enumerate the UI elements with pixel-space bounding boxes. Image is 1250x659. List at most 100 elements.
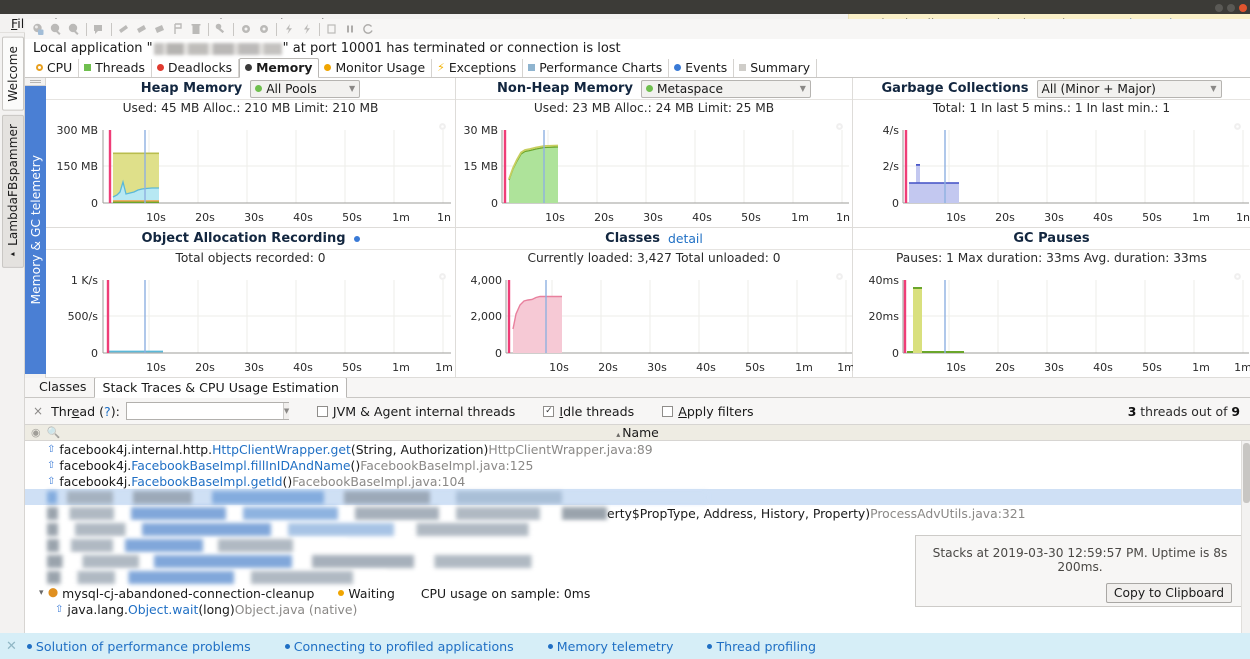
cpu-bolt-icon[interactable] bbox=[280, 21, 298, 38]
search-icon[interactable]: 🔍 bbox=[47, 426, 61, 439]
gear2-icon[interactable] bbox=[255, 21, 273, 38]
cpu-bolt2-icon[interactable] bbox=[298, 21, 316, 38]
frame-package: java.lang. bbox=[67, 602, 128, 617]
frame-method-link[interactable]: FacebookBaseImpl.fillInIDAndName bbox=[131, 458, 350, 473]
chart-non-heap-memory-plot[interactable]: 30 MB15 MB0 10s20s30s 40s50s1m 1n bbox=[456, 116, 852, 227]
tab-summary[interactable]: Summary bbox=[734, 59, 817, 77]
close-statusbar-icon[interactable]: ✕ bbox=[6, 639, 17, 654]
gc-type-selector[interactable]: All (Minor + Major) ▼ bbox=[1037, 80, 1222, 98]
frame-method-link[interactable]: HttpClientWrapper.get bbox=[212, 442, 351, 457]
statusbar-link-thread-profiling[interactable]: Thread profiling bbox=[707, 639, 816, 654]
frame-location: Object.java (native) bbox=[235, 602, 358, 617]
maximize-icon[interactable] bbox=[1227, 4, 1235, 12]
statusbar-link-solution-of-performance-problems[interactable]: Solution of performance problems bbox=[27, 639, 251, 654]
chart-garbage-collections-gear-icon[interactable] bbox=[1233, 122, 1242, 131]
chevron-down-icon[interactable]: ▼ bbox=[283, 403, 289, 419]
session-tab-memory-gc-telemetry[interactable]: Memory & GC telemetry bbox=[25, 86, 46, 374]
up-arrow-icon: ⇧ bbox=[47, 476, 55, 487]
classes-detail-link[interactable]: detail bbox=[668, 231, 703, 246]
chart-heap-memory-gear-icon[interactable] bbox=[438, 122, 447, 131]
svg-text:40s: 40s bbox=[293, 361, 313, 374]
tab-deadlocks-label: Deadlocks bbox=[168, 60, 232, 75]
drag-handle[interactable] bbox=[25, 78, 45, 86]
tab-cpu[interactable]: CPU bbox=[31, 59, 79, 77]
table-row[interactable] bbox=[25, 489, 1250, 505]
info-dot-icon[interactable] bbox=[354, 236, 360, 242]
tab-events[interactable]: Events bbox=[669, 59, 734, 77]
tab-memory[interactable]: Memory bbox=[239, 58, 319, 78]
table-row[interactable]: ⇧ facebook4j.FacebookBaseImpl.fillInIDAn… bbox=[25, 457, 1250, 473]
heap-pool-selector[interactable]: All Pools ▼ bbox=[250, 80, 360, 98]
svg-text:10s: 10s bbox=[146, 361, 166, 374]
tab-threads[interactable]: Threads bbox=[79, 59, 152, 77]
summary-page-icon bbox=[739, 64, 746, 71]
vertical-tab-welcome[interactable]: Welcome bbox=[2, 37, 24, 111]
chart-object-allocation-gear-icon[interactable] bbox=[438, 272, 447, 281]
gc-arrow2-icon[interactable] bbox=[133, 21, 151, 38]
tab-monitor-usage[interactable]: Monitor Usage bbox=[319, 59, 432, 77]
statusbar-link-connecting-to-profiled-applications[interactable]: Connecting to profiled applications bbox=[285, 639, 514, 654]
bottom-tab-classes[interactable]: Classes bbox=[31, 376, 94, 397]
left-tab-strip: Welcome ▸ LambdaFBspammer bbox=[0, 33, 25, 633]
gc-arrow-icon[interactable] bbox=[115, 21, 133, 38]
close-icon[interactable] bbox=[1239, 4, 1247, 12]
chart-gc-pauses-plot[interactable]: 40ms20ms0 10s20s30s 40s50s1m 1m bbox=[853, 266, 1250, 377]
non-heap-pool-selector[interactable]: Metaspace ▼ bbox=[641, 80, 811, 98]
column-header-name[interactable]: Name bbox=[616, 425, 659, 440]
statusbar-link-memory-telemetry[interactable]: Memory telemetry bbox=[548, 639, 674, 654]
copy-to-clipboard-button[interactable]: Copy to Clipboard bbox=[1106, 583, 1232, 603]
frame-method-link[interactable]: Object.wait bbox=[128, 602, 198, 617]
chart-non-heap-memory-gear-icon[interactable] bbox=[835, 122, 844, 131]
svg-text:30 MB: 30 MB bbox=[463, 124, 498, 137]
chart-heap-memory-plot[interactable]: 300 MB150 MB0 10s20s30s 40s50s1m 1n bbox=[46, 116, 455, 227]
chart-gc-pauses-gear-icon[interactable] bbox=[1233, 272, 1242, 281]
expander-caret-icon[interactable]: ▾ bbox=[39, 588, 48, 598]
thread-filter-input[interactable] bbox=[127, 403, 283, 419]
redacted-frame bbox=[47, 507, 607, 520]
window-controls[interactable] bbox=[1215, 4, 1247, 12]
close-filter-icon[interactable]: × bbox=[33, 404, 43, 418]
pause-icon[interactable] bbox=[341, 21, 359, 38]
zoom-out-icon[interactable] bbox=[47, 21, 65, 38]
minimize-icon[interactable] bbox=[1215, 4, 1223, 12]
chart-classes-gear-icon[interactable] bbox=[835, 272, 844, 281]
snapshot-icon[interactable] bbox=[90, 21, 108, 38]
redacted-frame bbox=[47, 539, 347, 552]
wrench-icon[interactable] bbox=[212, 21, 230, 38]
table-row[interactable]: ⇧ facebook4j.internal.http.HttpClientWra… bbox=[25, 441, 1250, 457]
chart-object-allocation-title: Object Allocation Recording bbox=[141, 231, 345, 246]
checkbox-idle-threads[interactable]: ✓ Idle threads bbox=[543, 404, 634, 419]
zoom-in-icon[interactable] bbox=[65, 21, 83, 38]
thread-help-link[interactable]: ? bbox=[104, 404, 111, 419]
reset-icon[interactable] bbox=[359, 21, 377, 38]
table-row[interactable]: ⇧ facebook4j.FacebookBaseImpl.getId() Fa… bbox=[25, 473, 1250, 489]
thread-filter-combo[interactable]: ▼ bbox=[126, 402, 289, 420]
copy-icon[interactable] bbox=[323, 21, 341, 38]
vertical-tab-project[interactable]: ▸ LambdaFBspammer bbox=[2, 115, 24, 268]
chart-object-allocation-plot[interactable]: 1 K/s500/s0 10s20s30s 40s50s1m 1m bbox=[46, 266, 455, 377]
table-row[interactable]: erty$PropType, Address, History, Propert… bbox=[25, 505, 1250, 521]
tree-vertical-scrollbar[interactable] bbox=[1241, 441, 1250, 633]
checkbox-jvm-internal-threads[interactable]: JVM & Agent internal threads bbox=[317, 404, 515, 419]
frame-method-link[interactable]: FacebookBaseImpl.getId bbox=[131, 474, 282, 489]
tab-exceptions[interactable]: ⚡ Exceptions bbox=[432, 59, 523, 77]
checkbox-apply-filters[interactable]: Apply filters bbox=[662, 404, 753, 419]
svg-text:20s: 20s bbox=[195, 211, 215, 224]
chart-garbage-collections-plot[interactable]: 4/s2/s0 10s20s30s 40s50s1m 1n bbox=[853, 116, 1250, 227]
tab-performance-charts[interactable]: Performance Charts bbox=[523, 59, 669, 77]
chart-classes-plot[interactable]: 4,0002,0000 10s20s30s 40s50s1m 1m bbox=[456, 266, 852, 377]
settings-dot-icon[interactable]: ◉ bbox=[31, 426, 41, 439]
scrollbar-thumb[interactable] bbox=[1243, 443, 1250, 503]
stack-trace-tree[interactable]: ⇧ facebook4j.internal.http.HttpClientWra… bbox=[25, 441, 1250, 633]
chart-garbage-collections-subtitle: Total: 1 In last 5 mins.: 1 In last min.… bbox=[853, 99, 1250, 116]
svg-text:1m: 1m bbox=[1192, 211, 1210, 224]
gc-arrow3-icon[interactable] bbox=[151, 21, 169, 38]
mark-flag-icon[interactable] bbox=[169, 21, 187, 38]
attach-save-icon[interactable] bbox=[29, 21, 47, 38]
gear-icon[interactable] bbox=[237, 21, 255, 38]
svg-text:15 MB: 15 MB bbox=[463, 160, 498, 173]
bottom-tab-stack-traces[interactable]: Stack Traces & CPU Usage Estimation bbox=[94, 377, 347, 398]
trash-icon[interactable] bbox=[187, 21, 205, 38]
vertical-tab-project-label: LambdaFBspammer bbox=[6, 124, 20, 246]
tab-deadlocks[interactable]: Deadlocks bbox=[152, 59, 239, 77]
